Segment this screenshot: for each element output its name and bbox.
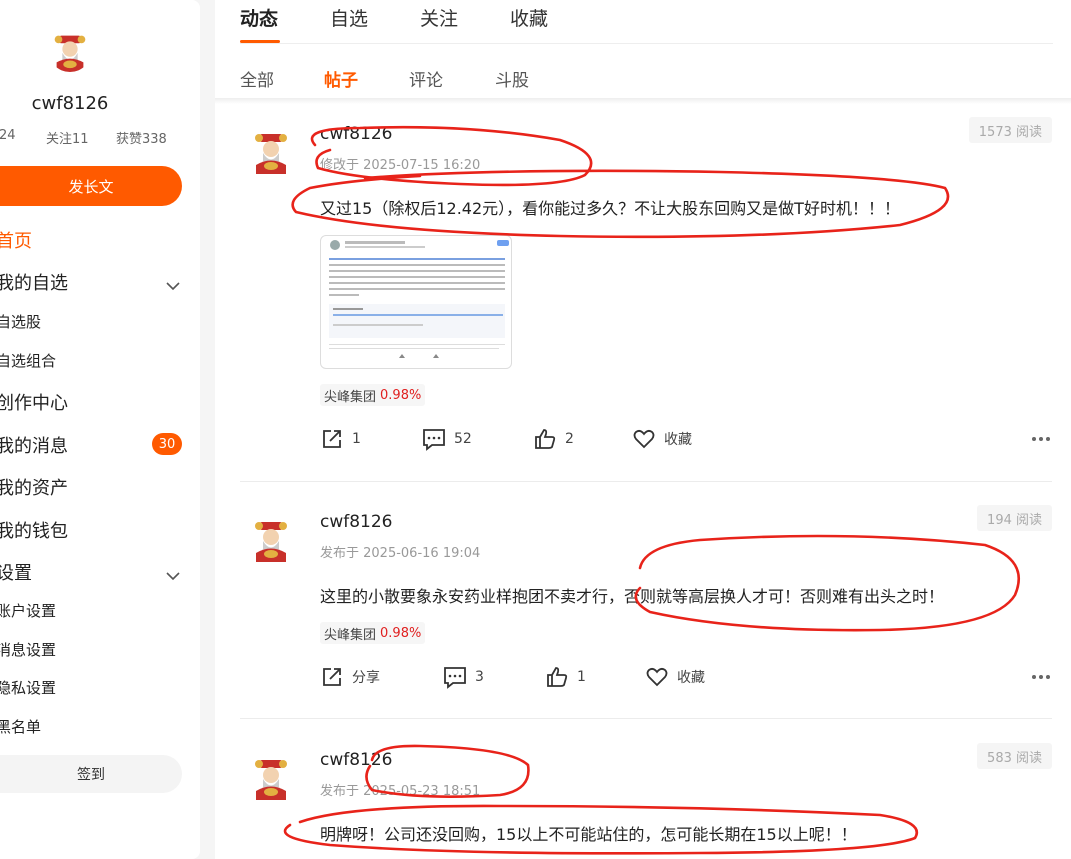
share-icon bbox=[323, 430, 341, 448]
like-button[interactable]: 1 bbox=[545, 665, 586, 689]
heart-icon bbox=[646, 667, 668, 687]
post-text[interactable]: 明牌呀！公司还没回购，15以上不可能站住的，怎可能长期在15以上呢！！ bbox=[320, 821, 857, 845]
stock-name: 尖峰集团 bbox=[324, 627, 377, 643]
post-username[interactable]: cwf8126 bbox=[320, 750, 393, 770]
screenshot-image-icon bbox=[329, 240, 509, 358]
comment-button[interactable]: 52 bbox=[422, 427, 472, 451]
share-button[interactable]: 分享 bbox=[320, 665, 380, 689]
collect-button[interactable]: 收藏 bbox=[632, 427, 692, 451]
nav-watch-stocks[interactable]: 自选股 bbox=[0, 311, 41, 332]
nav-watch-groups[interactable]: 自选组合 bbox=[0, 350, 56, 371]
nav-blacklist[interactable]: 黑名单 bbox=[0, 716, 41, 737]
write-article-button[interactable]: 发长文 bbox=[0, 166, 182, 206]
sidebar-username: cwf8126 bbox=[31, 93, 109, 114]
nav-assets[interactable]: 我的资产 bbox=[0, 474, 68, 500]
tab-favorites[interactable]: 收藏 bbox=[510, 4, 548, 31]
main-feed: 动态 自选 关注 收藏 全部 帖子 评论 斗股 cwf8126 修改于 2025… bbox=[215, 0, 1071, 859]
share-button[interactable]: 1 bbox=[320, 427, 361, 451]
post-text[interactable]: 又过15（除权后12.42元），看你能过多久？不让大股东回购又是做T好时机！！！ bbox=[320, 195, 900, 219]
nav-settings[interactable]: 设置 bbox=[0, 559, 32, 585]
post-divider bbox=[240, 481, 1052, 482]
left-sidebar: cwf8126 24 关注11 获赞338 发长文 首页 我的自选 自选股 自选… bbox=[0, 0, 200, 859]
post-divider bbox=[240, 718, 1052, 719]
subtab-stock-battle[interactable]: 斗股 bbox=[495, 66, 529, 91]
comment-icon bbox=[423, 429, 445, 451]
post-time: 发布于 2025-06-16 19:04 bbox=[320, 546, 481, 561]
comment-button[interactable]: 3 bbox=[443, 665, 484, 689]
post-username[interactable]: cwf8126 bbox=[320, 124, 393, 144]
tab-activity[interactable]: 动态 bbox=[240, 4, 278, 31]
tabs-divider bbox=[240, 43, 1053, 44]
subtabs-shadow bbox=[215, 98, 1071, 104]
stock-tag[interactable]: 尖峰集团 0.98% bbox=[320, 622, 426, 644]
more-options-icon[interactable] bbox=[1032, 437, 1050, 441]
stock-tag[interactable]: 尖峰集团 0.98% bbox=[320, 384, 426, 406]
post-avatar[interactable] bbox=[248, 754, 294, 800]
nav-home[interactable]: 首页 bbox=[0, 227, 32, 253]
more-options-icon[interactable] bbox=[1032, 675, 1050, 679]
user-avatar[interactable] bbox=[48, 28, 92, 72]
nav-privacy-settings[interactable]: 隐私设置 bbox=[0, 677, 56, 698]
thumbs-up-icon bbox=[535, 429, 556, 449]
post-time: 发布于 2025-05-23 18:51 bbox=[320, 784, 481, 799]
signin-button[interactable]: 签到 bbox=[0, 755, 182, 793]
tab-following[interactable]: 关注 bbox=[420, 4, 458, 31]
post-actions: 分享 3 1 收藏 bbox=[320, 665, 1052, 691]
tab-watchlist[interactable]: 自选 bbox=[330, 4, 368, 31]
heart-icon bbox=[633, 429, 655, 449]
chevron-down-icon[interactable] bbox=[164, 567, 182, 585]
post-views: 583 阅读 bbox=[977, 743, 1052, 769]
fans-count[interactable]: 24 bbox=[0, 128, 16, 143]
likes-count: 获赞338 bbox=[116, 132, 167, 147]
nav-wallet[interactable]: 我的钱包 bbox=[0, 517, 68, 543]
nav-account-settings[interactable]: 账户设置 bbox=[0, 600, 56, 621]
nav-watchlist[interactable]: 我的自选 bbox=[0, 269, 68, 295]
post-views: 1573 阅读 bbox=[968, 117, 1052, 143]
stock-change: 0.98% bbox=[380, 387, 422, 403]
post-avatar[interactable] bbox=[248, 516, 294, 562]
stock-change: 0.98% bbox=[380, 625, 422, 641]
stock-name: 尖峰集团 bbox=[324, 389, 377, 405]
subtab-all[interactable]: 全部 bbox=[240, 66, 274, 91]
thumbs-up-icon bbox=[547, 667, 568, 687]
subtab-posts[interactable]: 帖子 bbox=[324, 66, 358, 91]
nav-creator-center[interactable]: 创作中心 bbox=[0, 389, 68, 415]
post-avatar[interactable] bbox=[248, 128, 294, 174]
collect-button[interactable]: 收藏 bbox=[645, 665, 705, 689]
post-image-thumbnail[interactable] bbox=[320, 235, 512, 369]
subtab-comments[interactable]: 评论 bbox=[409, 66, 443, 91]
post-username[interactable]: cwf8126 bbox=[320, 512, 393, 532]
post-text[interactable]: 这里的小散要象永安药业样抱团不卖才行，否则就等高层换人才可！否则难有出头之时！ bbox=[320, 583, 944, 607]
follow-count[interactable]: 关注11 bbox=[46, 128, 89, 147]
nav-message-settings[interactable]: 消息设置 bbox=[0, 639, 56, 660]
messages-badge: 30 bbox=[152, 433, 182, 455]
comment-icon bbox=[444, 667, 466, 689]
post-actions: 1 52 2 收藏 bbox=[320, 427, 1052, 453]
like-button[interactable]: 2 bbox=[533, 427, 574, 451]
share-icon bbox=[323, 668, 341, 686]
chevron-down-icon[interactable] bbox=[164, 277, 182, 295]
post-time: 修改于 2025-07-15 16:20 bbox=[320, 158, 481, 173]
nav-messages[interactable]: 我的消息 bbox=[0, 432, 68, 458]
post-views: 194 阅读 bbox=[977, 505, 1052, 531]
